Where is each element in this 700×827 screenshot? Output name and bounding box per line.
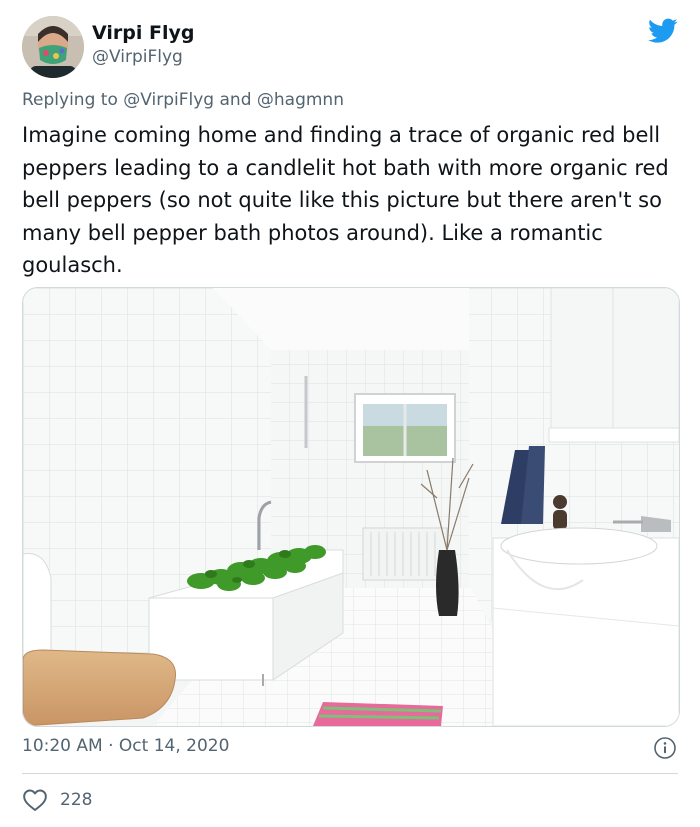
like-count: 228 <box>60 790 93 810</box>
like-action[interactable]: 228 <box>22 786 92 814</box>
reply-joiner: and <box>219 90 252 110</box>
user-handle[interactable]: @VirpiFlyg <box>92 47 183 67</box>
tweet-timestamp[interactable]: 10:20 AM · Oct 14, 2020 <box>22 736 229 756</box>
tweet-text: Imagine coming home and finding a trace … <box>22 123 669 277</box>
avatar[interactable] <box>22 16 84 78</box>
tweet-date: Oct 14, 2020 <box>118 736 230 756</box>
tweet-card: Virpi Flyg @VirpiFlyg Replying to @Virpi… <box>0 0 700 827</box>
reply-mention-virpiflyg[interactable]: @VirpiFlyg <box>123 90 214 110</box>
twitter-bird-icon[interactable] <box>648 18 678 44</box>
reply-context: Replying to @VirpiFlyg and @hagmnn <box>22 90 344 110</box>
info-icon[interactable] <box>653 736 677 760</box>
meta-separator: · <box>108 736 114 756</box>
heart-icon[interactable] <box>22 788 48 812</box>
display-name[interactable]: Virpi Flyg <box>92 22 194 44</box>
tweet-time: 10:20 AM <box>22 736 103 756</box>
reply-mention-hagmnn[interactable]: @hagmnn <box>257 90 344 110</box>
reply-prefix: Replying to <box>22 90 118 110</box>
divider <box>22 773 678 774</box>
tweet-photo[interactable] <box>22 287 680 727</box>
